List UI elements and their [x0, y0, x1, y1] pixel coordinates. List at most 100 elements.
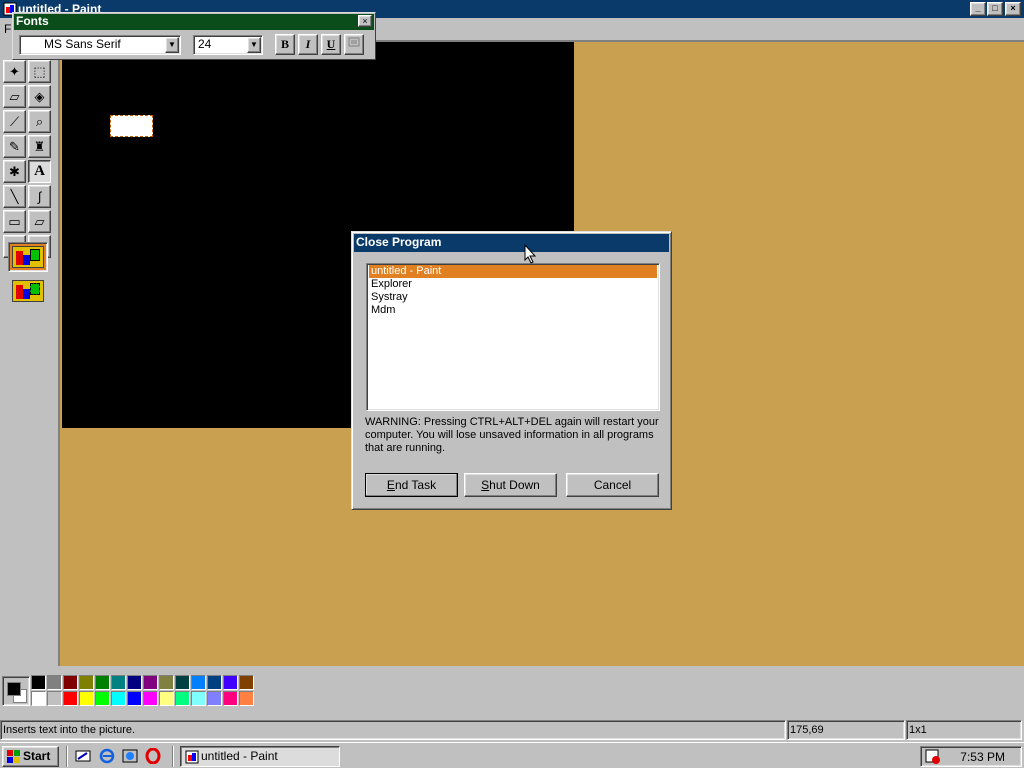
task-list-item[interactable]: Explorer: [369, 278, 657, 291]
current-colors[interactable]: [2, 676, 30, 706]
taskbar-paint-button[interactable]: untitled - Paint: [180, 746, 340, 767]
tool-rectangle-button[interactable]: ▭: [3, 210, 26, 233]
palette-swatch[interactable]: [175, 675, 190, 690]
transparent-option-opaque[interactable]: [8, 242, 48, 272]
task-list-item[interactable]: Mdm: [369, 304, 657, 317]
channels-icon[interactable]: [122, 748, 138, 764]
palette-swatch[interactable]: [191, 675, 206, 690]
palette-swatch[interactable]: [239, 691, 254, 706]
font-name-value: MS Sans Serif: [44, 37, 121, 51]
palette-swatch[interactable]: [63, 691, 78, 706]
scheduler-icon[interactable]: [925, 749, 941, 765]
palette-swatch[interactable]: [207, 675, 222, 690]
system-tray: 7:53 PM: [920, 746, 1022, 767]
tool-pick-color-button[interactable]: ⟋: [3, 110, 26, 133]
clock[interactable]: 7:53 PM: [960, 750, 1005, 764]
opera-icon[interactable]: [145, 747, 161, 765]
pick-color-icon: ⟋: [9, 113, 20, 129]
palette-swatch[interactable]: [79, 691, 94, 706]
tool-line-button[interactable]: ╲: [3, 185, 26, 208]
palette-swatch[interactable]: [143, 691, 158, 706]
palette-swatch[interactable]: [239, 675, 254, 690]
color-palette: [0, 666, 1024, 718]
tool-magnifier-button[interactable]: ⌕: [28, 110, 51, 133]
tool-airbrush-button[interactable]: ✱: [3, 160, 26, 183]
restore-button[interactable]: □: [987, 2, 1003, 16]
palette-swatch[interactable]: [207, 691, 222, 706]
tool-fill-button[interactable]: ◈: [28, 85, 51, 108]
vertical-text-button[interactable]: [344, 34, 364, 55]
magnifier-icon: ⌕: [35, 113, 44, 129]
fonts-close-button[interactable]: ×: [358, 15, 372, 27]
windows-logo-icon: [7, 750, 20, 763]
tool-eraser-button[interactable]: ▱: [3, 85, 26, 108]
bold-button[interactable]: B: [275, 34, 295, 55]
italic-button[interactable]: I: [298, 34, 318, 55]
select-icon: ⬚: [33, 63, 46, 79]
tool-brush-button[interactable]: ♜: [28, 135, 51, 158]
tool-free-form-select-button[interactable]: ✦: [3, 60, 26, 83]
palette-swatch[interactable]: [159, 691, 174, 706]
palette-swatch[interactable]: [159, 675, 174, 690]
tool-select-button[interactable]: ⬚: [28, 60, 51, 83]
start-button[interactable]: Start: [2, 746, 59, 767]
palette-swatch[interactable]: [127, 675, 142, 690]
tool-pencil-button[interactable]: ✎: [3, 135, 26, 158]
show-desktop-icon[interactable]: [75, 748, 91, 764]
palette-swatch[interactable]: [95, 691, 110, 706]
text-insertion-box[interactable]: [110, 115, 153, 137]
tool-polygon-button[interactable]: ▱: [28, 210, 51, 233]
task-list[interactable]: untitled - Paint Explorer Systray Mdm: [366, 263, 660, 411]
underline-button[interactable]: U: [321, 34, 341, 55]
font-name-select[interactable]: MS Sans Serif ▼: [19, 35, 181, 55]
palette-swatch[interactable]: [79, 675, 94, 690]
tool-text-button[interactable]: A: [28, 160, 51, 183]
free-form-select-icon: ✦: [9, 63, 20, 79]
text-icon: A: [34, 163, 45, 179]
fonts-toolbar-title[interactable]: Fonts: [14, 14, 374, 30]
chevron-down-icon[interactable]: ▼: [247, 37, 261, 53]
palette-swatch[interactable]: [127, 691, 142, 706]
palette-swatch[interactable]: [175, 691, 190, 706]
line-icon: ╲: [10, 188, 19, 204]
font-size-select[interactable]: 24 ▼: [193, 35, 263, 55]
status-bar: Inserts text into the picture. 175,69 1x…: [0, 718, 1024, 742]
palette-swatch[interactable]: [95, 675, 110, 690]
pencil-icon: ✎: [9, 138, 20, 154]
palette-swatch[interactable]: [223, 675, 238, 690]
transparent-option-transparent[interactable]: [8, 276, 48, 306]
fonts-toolbar: Fonts × MS Sans Serif ▼ 24 ▼ B I U: [12, 12, 376, 60]
task-list-item[interactable]: untitled - Paint: [369, 265, 657, 278]
palette-swatch[interactable]: [143, 675, 158, 690]
curve-icon: ∫: [37, 189, 42, 204]
palette-swatch[interactable]: [191, 691, 206, 706]
palette-swatch[interactable]: [111, 675, 126, 690]
dialog-title[interactable]: Close Program: [354, 234, 669, 252]
internet-explorer-icon[interactable]: [99, 748, 115, 764]
brush-icon: ♜: [33, 138, 46, 154]
chevron-down-icon[interactable]: ▼: [165, 37, 179, 53]
palette-swatch[interactable]: [47, 675, 62, 690]
minimize-button[interactable]: _: [970, 2, 986, 16]
eraser-icon: ▱: [9, 88, 20, 104]
palette-swatch[interactable]: [31, 675, 46, 690]
end-task-button[interactable]: End Task: [365, 473, 458, 497]
paint-app-icon: [185, 750, 199, 764]
close-button[interactable]: ×: [1005, 2, 1021, 16]
status-size: 1x1: [906, 720, 1022, 740]
tool-curve-button[interactable]: ∫: [28, 185, 51, 208]
airbrush-icon: ✱: [9, 163, 20, 179]
cancel-button[interactable]: Cancel: [566, 473, 659, 497]
palette-swatch[interactable]: [63, 675, 78, 690]
palette-swatch[interactable]: [223, 691, 238, 706]
palette-swatch[interactable]: [31, 691, 46, 706]
menu-file[interactable]: F: [4, 22, 11, 36]
warning-text: WARNING: Pressing CTRL+ALT+DEL again wil…: [365, 416, 659, 454]
task-list-item[interactable]: Systray: [369, 291, 657, 304]
palette-swatch[interactable]: [111, 691, 126, 706]
shut-down-button[interactable]: Shut Down: [464, 473, 557, 497]
rectangle-icon: ▭: [8, 213, 21, 229]
start-label: Start: [23, 749, 51, 763]
palette-swatch[interactable]: [47, 691, 62, 706]
status-hint: Inserts text into the picture.: [0, 720, 786, 740]
